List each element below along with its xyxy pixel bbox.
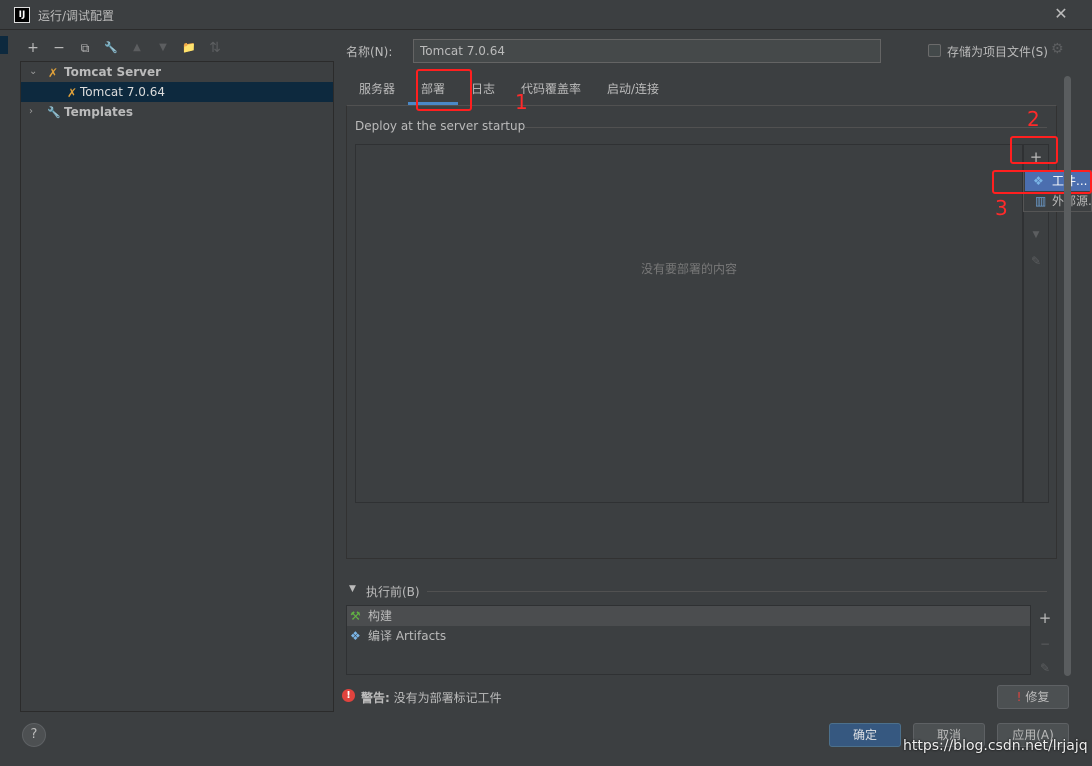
warning-label: 警告: [361,691,390,705]
section-divider [427,591,1047,592]
add-before-launch-button[interactable]: + [1035,608,1055,628]
annotation-number-1: 1 [515,90,528,114]
watermark: https://blog.csdn.net/lrjajq [903,738,1088,754]
name-input[interactable] [413,39,881,63]
gear-icon[interactable]: ⚙ [1051,41,1064,57]
wrench-icon: 🔧 [47,106,61,119]
tree-item-tomcat-7[interactable]: ✗ Tomcat 7.0.64 [21,82,333,102]
before-launch-title[interactable]: 执行前(B) [366,583,420,600]
edit-icon[interactable]: ✎ [1035,658,1055,678]
deploy-section-title: Deploy at the server startup [355,119,526,133]
list-item-label: 构建 [368,609,393,623]
annotation-number-3: 3 [995,196,1008,220]
warning-text: 没有为部署标记工件 [389,691,502,705]
tree-item-label: Templates [64,105,134,119]
background-edge [0,36,8,54]
list-item-build[interactable]: ⚒ 构建 [347,606,1030,626]
tab-code-coverage[interactable]: 代码覆盖率 [521,79,581,103]
title-bar [0,0,1092,30]
tomcat-icon: ✗ [67,86,78,100]
tomcat-icon: ✗ [48,66,59,80]
annotation-box-2 [1010,136,1058,164]
wrench-icon[interactable]: 🔧 [101,38,121,58]
hammer-icon: ⚒ [350,609,361,623]
remove-before-launch-button[interactable]: − [1035,634,1055,654]
popup-item-label: 外部源... [1052,194,1092,208]
sort-icon[interactable]: ⇅ [205,38,225,58]
move-up-button[interactable]: ▲ [127,38,147,58]
warning-message: 警告: 没有为部署标记工件 [361,689,502,706]
popup-item-external-source[interactable]: ▥ 外部源... [1025,192,1092,211]
move-down-icon[interactable]: ▼ [1026,225,1046,245]
annotation-box-1 [416,69,472,111]
warning-icon: ! [342,689,355,702]
section-divider [525,127,1047,128]
name-label: 名称(N): [346,45,393,59]
configuration-tree[interactable]: ⌄ ✗ Tomcat Server ✗ Tomcat 7.0.64 › 🔧 Te… [20,61,334,712]
empty-list-text: 没有要部署的内容 [641,262,738,276]
window-title: 运行/调试配置 [38,9,115,23]
list-item-label: 编译 Artifacts [368,629,447,643]
annotation-box-3 [992,170,1092,194]
chevron-right-icon[interactable]: › [29,102,33,122]
tree-item-templates[interactable]: › 🔧 Templates [21,102,333,122]
remove-configuration-button[interactable]: − [49,38,69,58]
help-button[interactable]: ? [22,723,46,747]
fix-icon: ! [1016,690,1022,704]
folder-icon[interactable]: 📁 [179,38,199,58]
add-configuration-button[interactable]: + [23,38,43,58]
annotation-number-2: 2 [1027,107,1040,131]
edit-icon[interactable]: ✎ [1026,251,1046,271]
close-icon[interactable]: ✕ [1052,3,1070,25]
intellij-logo-icon: IJ [14,7,30,23]
tab-server[interactable]: 服务器 [359,79,395,103]
ok-button[interactable]: 确定 [829,723,901,747]
fix-button[interactable]: ! 修复 [997,685,1069,709]
fix-label: 修复 [1025,690,1050,704]
tab-startup-connection[interactable]: 启动/连接 [607,79,659,103]
artifact-icon: ❖ [350,629,361,643]
tree-item-tomcat-server[interactable]: ⌄ ✗ Tomcat Server [21,62,333,82]
tree-item-label: Tomcat 7.0.64 [80,85,165,99]
tab-logs[interactable]: 日志 [471,79,495,103]
before-launch-list[interactable]: ⚒ 构建 ❖ 编译 Artifacts [346,605,1031,675]
vertical-scrollbar[interactable] [1064,76,1071,676]
copy-configuration-button[interactable]: ⧉ [75,38,95,58]
chevron-down-icon[interactable]: ▼ [349,584,356,594]
move-down-button[interactable]: ▼ [153,38,173,58]
deploy-list[interactable] [355,144,1023,503]
store-as-project-file-label[interactable]: 存储为项目文件(S) [947,43,1048,60]
tree-item-label: Tomcat Server [64,65,162,79]
list-item-build-artifacts[interactable]: ❖ 编译 Artifacts [347,626,1030,646]
chevron-down-icon[interactable]: ⌄ [29,62,37,82]
external-source-icon: ▥ [1035,194,1047,208]
store-as-project-file-checkbox[interactable] [928,44,941,57]
